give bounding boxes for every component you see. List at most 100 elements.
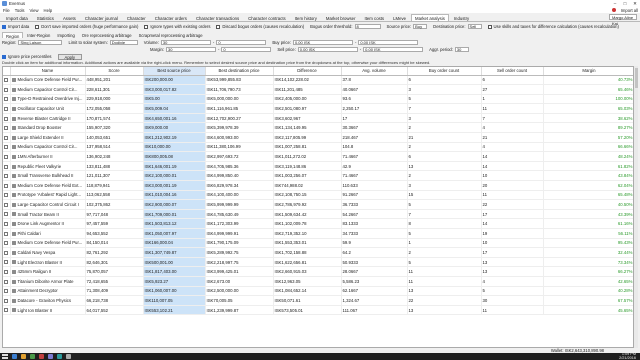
row-checkbox[interactable] (3, 161, 11, 172)
aggr-period-input[interactable]: 30 (454, 47, 469, 52)
row-checkbox[interactable] (3, 266, 11, 277)
col-score[interactable]: Score (85, 67, 144, 76)
row-checkbox[interactable] (3, 218, 11, 229)
evernus-taskbar-icon[interactable] (66, 354, 71, 359)
ignore-percentiles-checkbox[interactable]: Ignore price percentiles (2, 54, 52, 59)
maximize-button[interactable]: □ (620, 1, 630, 7)
table-row[interactable]: Pithi Caldari 94,653,552 ISK1,050,007.97 IS… (3, 228, 633, 239)
table-row[interactable]: Titanium Diborite Armor Plate 72,418,655 I… (3, 276, 633, 287)
col-name[interactable]: Name (10, 67, 86, 76)
col-buy-order-count[interactable]: Buy order count (407, 67, 482, 76)
table-row[interactable]: Prototype 'Arbalest' Rapid Light... 113,0… (3, 190, 633, 201)
table-row[interactable]: 425mm Railgun II 75,870,057 ISK1,817,403.0… (3, 266, 633, 277)
tab-market-browser[interactable]: Market browser (322, 14, 360, 21)
app-icon[interactable] (48, 354, 53, 359)
table-row[interactable]: Drone Link Augmentor II 97,457,559 ISK1,50… (3, 218, 633, 229)
table-row[interactable]: Reverse Blaster Cartridge II 170,871,574 I… (3, 113, 633, 124)
row-checkbox[interactable] (3, 113, 11, 124)
tab-lmeve[interactable]: LMeve (389, 14, 410, 21)
app-icon[interactable] (30, 354, 35, 359)
discard-bogus-checkbox[interactable]: Discard bogus orders (causes recalculati… (216, 24, 304, 29)
import-data-button[interactable]: Import data (2, 24, 29, 29)
tab-character-journal[interactable]: Character journal (81, 14, 122, 21)
row-checkbox[interactable] (3, 170, 11, 182)
subtab-importing[interactable]: Importing (54, 32, 77, 38)
margin-max-input[interactable]: 0 (221, 47, 272, 52)
col-avg-volume[interactable]: Avg. volume (341, 67, 408, 76)
sell-price-max-input[interactable]: 0.00 ISK (363, 47, 424, 52)
menu-help[interactable]: Help (44, 8, 53, 13)
minimize-button[interactable]: – (610, 1, 620, 7)
buy-price-max-input[interactable]: 0.00 ISK (358, 40, 419, 45)
tab-character[interactable]: Character (123, 14, 150, 21)
row-checkbox[interactable] (3, 295, 11, 306)
row-checkbox[interactable] (3, 103, 11, 114)
sell-price-min-input[interactable]: 0.00 ISK (297, 47, 358, 52)
table-row[interactable]: Oscillator Capacitor Unit 172,055,058 ISK5… (3, 103, 633, 114)
destination-price-select[interactable]: Sell (467, 24, 482, 29)
tab-assets[interactable]: Assets (59, 14, 80, 21)
margin-min-input[interactable]: 30 (165, 47, 216, 52)
row-checkbox[interactable] (3, 151, 11, 162)
tab-statistics[interactable]: Statistics (33, 14, 58, 21)
table-row[interactable]: 1MN Afterburner II 136,902,248 ISK800,005.… (3, 151, 633, 162)
table-row[interactable]: Light Electron Blaster II 82,646,301 ISK50… (3, 257, 633, 268)
table-row[interactable]: Small Transverse Bulkhead II 121,011,307 I… (3, 170, 633, 182)
table-row[interactable]: Standard Drop Booster 155,907,320 ISK9,000… (3, 122, 633, 134)
col-difference[interactable]: Difference (273, 67, 342, 76)
table-row[interactable]: Light Ion Blaster II 64,017,552 ISK553,102… (3, 305, 633, 316)
subtab-scrapmetal-reprocessing[interactable]: Scrapmetal reprocessing arbitrage (136, 32, 206, 38)
close-button[interactable]: ✕ (630, 1, 640, 7)
tab-character-transactions[interactable]: Character transactions (192, 14, 243, 21)
table-row[interactable]: Medium Core Defense Field Ext... 118,879,… (3, 180, 633, 191)
row-checkbox[interactable] (3, 247, 11, 258)
bogus-threshold-input[interactable]: 8 (354, 24, 381, 29)
row-checkbox[interactable] (3, 228, 11, 239)
row-checkbox[interactable] (3, 238, 11, 249)
table-row[interactable]: Large Capacitor Control Circuit I 102,375… (3, 199, 633, 210)
tab-item-history[interactable]: Item history (291, 14, 321, 21)
ignore-types-checkbox[interactable]: Ignore types with existing orders (144, 24, 210, 29)
menu-file[interactable]: File (3, 8, 10, 13)
row-checkbox[interactable] (3, 257, 11, 268)
buy-price-min-input[interactable]: 0.00 ISK (292, 40, 353, 45)
col-icon[interactable] (3, 67, 11, 76)
tab-character-orders[interactable]: Character orders (151, 14, 191, 21)
col-sell-order-count[interactable]: Sell order count (481, 67, 544, 76)
table-row[interactable]: Caldari Navy Vespa 82,761,292 ISK1,307,749… (3, 247, 633, 258)
menu-view[interactable]: View (30, 8, 39, 13)
row-checkbox[interactable] (3, 305, 11, 316)
app-icon[interactable] (39, 354, 44, 359)
apply-button[interactable]: Apply (57, 53, 83, 60)
volume-max-input[interactable]: 0 (216, 40, 267, 45)
table-row[interactable]: Medium Capacitor Control Cir... 228,611,3… (3, 84, 633, 95)
table-row[interactable]: Medium Capacitor Control Cir... 137,958,5… (3, 142, 633, 153)
tab-item-costs[interactable]: Item costs (361, 14, 389, 21)
table-row[interactable]: Small Tractor Beam II 97,717,048 ISK1,709,… (3, 209, 633, 220)
menu-tools[interactable]: Tools (15, 8, 25, 13)
tab-character-contracts[interactable]: Character contracts (244, 14, 290, 21)
row-checkbox[interactable] (3, 122, 11, 134)
tab-industry[interactable]: Industry (450, 14, 473, 21)
table-row[interactable]: Medium Core Defense Field Pur... 84,150,0… (3, 238, 633, 249)
import-all-button[interactable]: Import all (621, 8, 638, 13)
row-checkbox[interactable] (3, 75, 11, 86)
col-best-destination-price[interactable]: Best destination price (205, 67, 274, 76)
vertical-scrollbar[interactable] (634, 66, 638, 348)
subtab-region[interactable]: Region (2, 32, 24, 39)
explorer-icon[interactable] (12, 354, 17, 359)
table-row[interactable]: Medium Core Defense Field Pur... 448,951,… (3, 75, 633, 86)
col-best-source-price[interactable]: Best source price (143, 67, 206, 76)
table-row[interactable]: Republic Fleet Valkyrie 133,811,488 ISK1,6… (3, 161, 633, 172)
row-checkbox[interactable] (3, 276, 11, 287)
row-checkbox[interactable] (3, 286, 11, 297)
dont-save-checkbox[interactable]: Don't save imported orders (huge perform… (35, 24, 138, 29)
tab-import-data[interactable]: Import data (2, 14, 32, 21)
row-checkbox[interactable] (3, 142, 11, 153)
row-checkbox[interactable] (3, 84, 11, 95)
row-checkbox[interactable] (3, 94, 11, 105)
table-row[interactable]: Large Shield Extender II 140,053,651 ISK1,… (3, 132, 633, 143)
row-checkbox[interactable] (3, 209, 11, 220)
use-skills-checkbox[interactable]: Use skills and taxes for difference calc… (487, 24, 619, 29)
character-select[interactable]: Margo Aline Kai (609, 14, 637, 26)
